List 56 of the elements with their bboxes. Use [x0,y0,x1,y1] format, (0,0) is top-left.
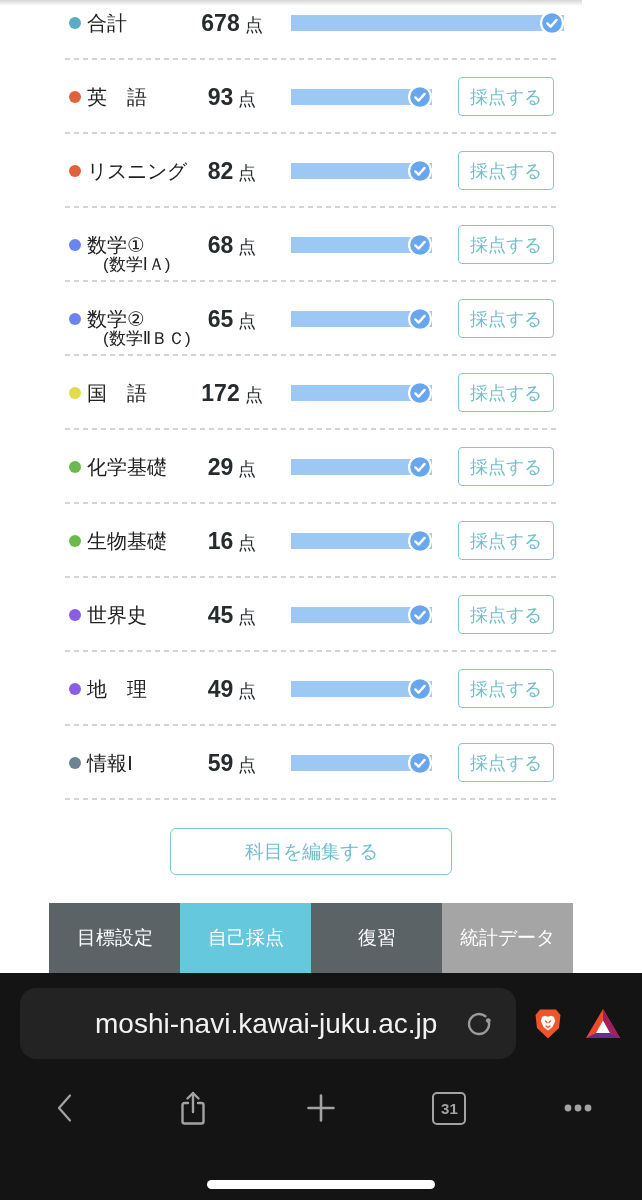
subject-name: 数学① [87,233,145,256]
grade-button[interactable]: 採点する [458,77,554,116]
grade-button[interactable]: 採点する [458,595,554,634]
nav-tab[interactable]: 自己採点 [180,903,311,973]
score-unit: 点 [238,310,257,332]
subject-name: 情報Ⅰ [87,751,133,775]
score-value: 49 [207,676,234,702]
score-unit: 点 [244,384,263,406]
subject-name: 生物基礎 [87,529,167,553]
score-unit: 点 [238,236,257,258]
chevron-left-icon[interactable] [55,1093,74,1123]
subject-name: 合計 [87,11,127,35]
grade-button[interactable]: 採点する [458,447,554,486]
grade-button[interactable]: 採点する [458,521,554,560]
plus-icon[interactable] [307,1094,335,1122]
subject-name: リスニング [87,159,187,183]
ellipsis-icon[interactable] [563,1104,592,1112]
subject-note: (数学ⅠＡ) [103,255,171,275]
score-unit: 点 [238,606,257,628]
edit-subjects-button[interactable]: 科目を編集する [170,828,452,875]
score-value: 65 [207,306,234,332]
subject-note: (数学ⅡＢＣ) [103,329,191,349]
score-unit: 点 [238,532,257,554]
subject-name: 英 語 [87,85,147,109]
address-field[interactable]: moshi-navi.kawai-juku.ac.jp [20,988,516,1059]
grade-button[interactable]: 採点する [458,743,554,782]
score-value: 172 [201,380,240,406]
score-value: 29 [207,454,234,480]
grade-button[interactable]: 採点する [458,151,554,190]
score-value: 45 [207,602,234,628]
triangle-icon[interactable] [585,1007,621,1040]
nav-tab[interactable]: 目標設定 [49,903,180,973]
score-unit: 点 [238,680,257,702]
score-value: 82 [207,158,234,184]
grade-button[interactable]: 採点する [458,669,554,708]
score-value: 59 [207,750,234,776]
score-value: 16 [207,528,234,554]
shield-icon[interactable] [534,1007,562,1040]
score-value: 678 [201,10,240,36]
grade-button[interactable]: 採点する [458,373,554,412]
score-unit: 点 [238,754,257,776]
tab-count-button[interactable]: 31 [432,1091,467,1125]
subject-name: 数学② [87,307,145,330]
subject-name: 化学基礎 [87,455,167,479]
score-unit: 点 [244,14,263,36]
score-value: 68 [207,232,234,258]
nav-tab[interactable]: 復習 [311,903,442,973]
subject-name: 世界史 [87,603,147,627]
subject-name: 国 語 [87,381,147,405]
score-value: 93 [207,84,234,110]
score-unit: 点 [238,88,257,110]
subject-name: 地 理 [87,677,147,701]
score-unit: 点 [238,162,257,184]
score-unit: 点 [238,458,257,480]
grade-button[interactable]: 採点する [458,299,554,338]
grade-button[interactable]: 採点する [458,225,554,264]
